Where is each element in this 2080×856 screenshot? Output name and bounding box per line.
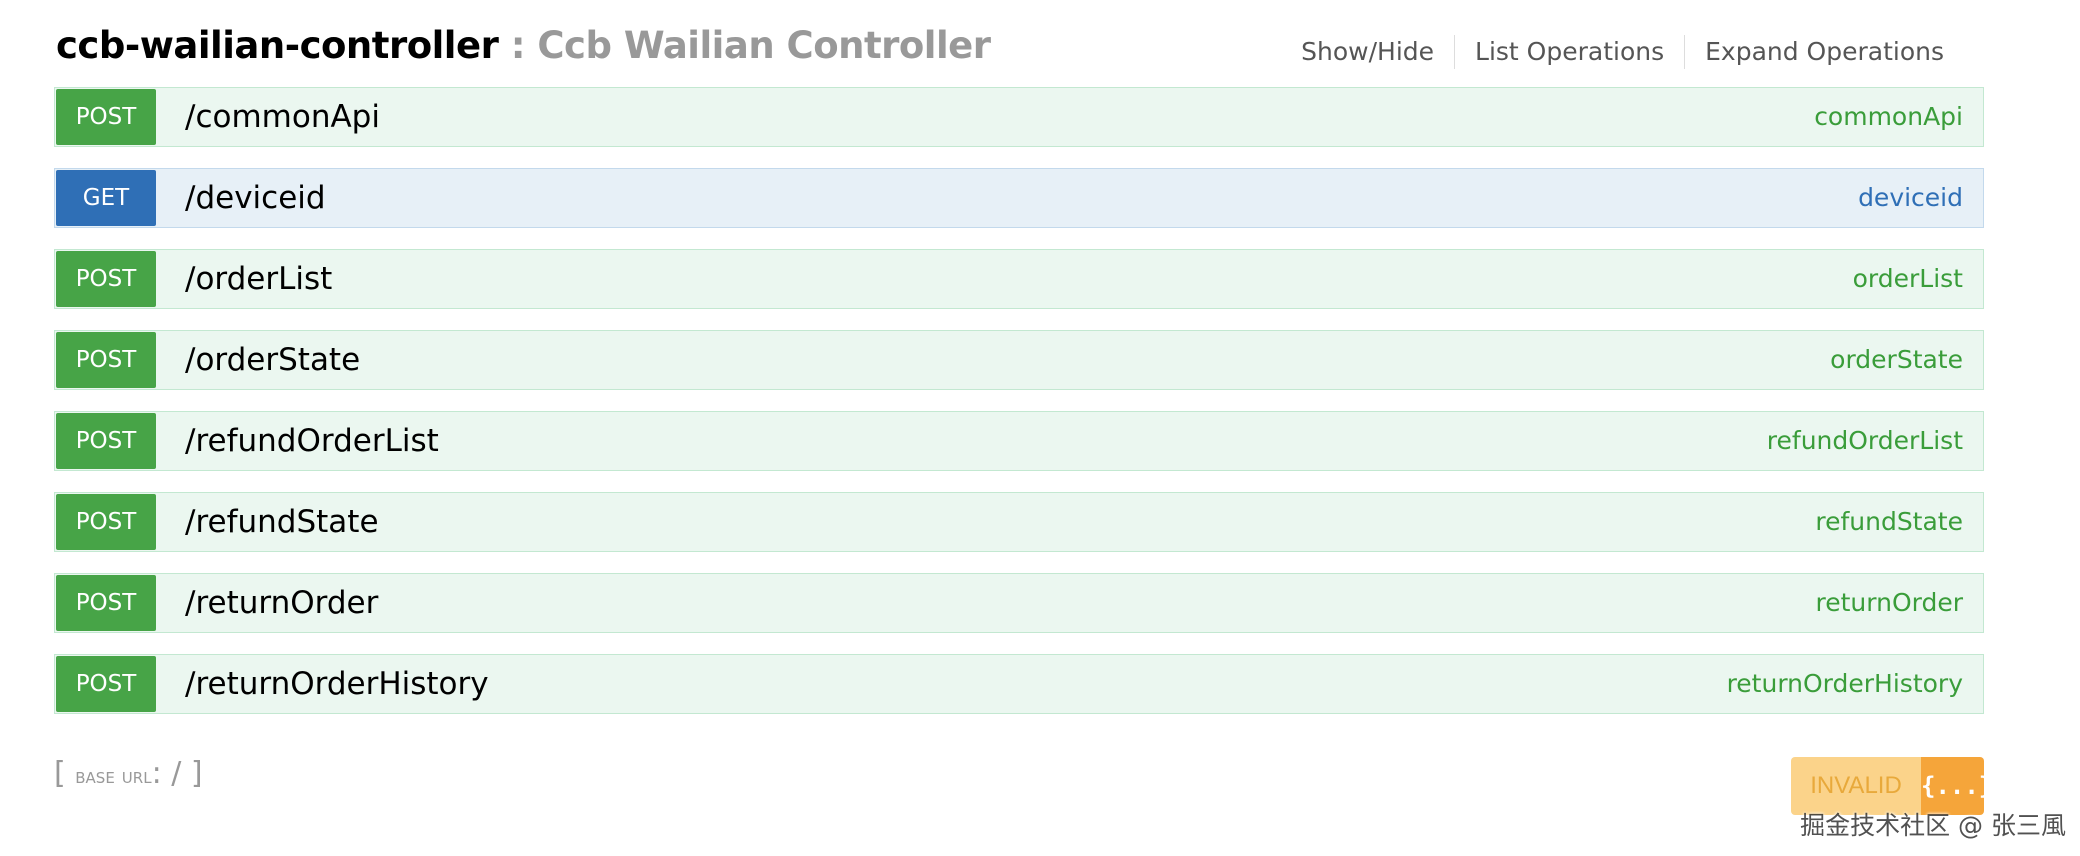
operation-row[interactable]: POST /returnOrderHistory returnOrderHist… bbox=[54, 654, 1984, 714]
show-hide-link[interactable]: Show/Hide bbox=[1281, 34, 1454, 70]
operation-row[interactable]: POST /refundOrderList refundOrderList bbox=[54, 411, 1984, 471]
operation-path[interactable]: /returnOrderHistory bbox=[185, 655, 489, 713]
operation-path[interactable]: /orderList bbox=[185, 250, 332, 308]
operation-row[interactable]: POST /refundState refundState bbox=[54, 492, 1984, 552]
http-method-badge[interactable]: POST bbox=[56, 251, 156, 307]
operations-list: POST /commonApi commonApi GET /deviceid … bbox=[54, 87, 1984, 735]
base-url-open-bracket: [ bbox=[54, 756, 76, 791]
http-method-badge[interactable]: POST bbox=[56, 656, 156, 712]
base-url-close-bracket: ] bbox=[190, 756, 203, 791]
operation-path[interactable]: /returnOrder bbox=[185, 574, 378, 632]
resource-description: Ccb Wailian Controller bbox=[537, 24, 991, 67]
http-method-badge[interactable]: POST bbox=[56, 413, 156, 469]
operation-nickname[interactable]: refundOrderList bbox=[1767, 412, 1963, 470]
operation-row[interactable]: POST /returnOrder returnOrder bbox=[54, 573, 1984, 633]
expand-operations-link[interactable]: Expand Operations bbox=[1685, 34, 1964, 70]
operation-path[interactable]: /orderState bbox=[185, 331, 360, 389]
resource-separator: : bbox=[498, 24, 538, 67]
watermark: 掘金技术社区 @ 张三風 bbox=[1800, 811, 2066, 840]
operation-nickname[interactable]: refundState bbox=[1815, 493, 1963, 551]
operation-row[interactable]: POST /orderState orderState bbox=[54, 330, 1984, 390]
operation-row[interactable]: POST /commonApi commonApi bbox=[54, 87, 1984, 147]
operation-nickname[interactable]: returnOrder bbox=[1816, 574, 1964, 632]
resource-options: Show/Hide List Operations Expand Operati… bbox=[1281, 34, 1964, 70]
operation-nickname[interactable]: orderList bbox=[1853, 250, 1963, 308]
operation-path[interactable]: /refundState bbox=[185, 493, 379, 551]
http-method-badge[interactable]: POST bbox=[56, 494, 156, 550]
operation-nickname[interactable]: returnOrderHistory bbox=[1727, 655, 1963, 713]
list-operations-link[interactable]: List Operations bbox=[1455, 34, 1684, 70]
operation-path[interactable]: /commonApi bbox=[185, 88, 380, 146]
operation-path[interactable]: /refundOrderList bbox=[185, 412, 439, 470]
base-url-label: base url bbox=[75, 764, 152, 789]
http-method-badge[interactable]: POST bbox=[56, 89, 156, 145]
resource-header: ccb-wailian-controller : Ccb Wailian Con… bbox=[56, 20, 1984, 72]
http-method-badge[interactable]: GET bbox=[56, 170, 156, 226]
operation-row[interactable]: GET /deviceid deviceid bbox=[54, 168, 1984, 228]
resource-name-link[interactable]: ccb-wailian-controller bbox=[56, 24, 499, 67]
http-method-badge[interactable]: POST bbox=[56, 575, 156, 631]
operation-row[interactable]: POST /orderList orderList bbox=[54, 249, 1984, 309]
base-url-value: : / bbox=[151, 756, 191, 791]
resource-title: ccb-wailian-controller : Ccb Wailian Con… bbox=[56, 24, 991, 68]
http-method-badge[interactable]: POST bbox=[56, 332, 156, 388]
operation-nickname[interactable]: deviceid bbox=[1858, 169, 1963, 227]
operation-path[interactable]: /deviceid bbox=[185, 169, 326, 227]
operation-nickname[interactable]: orderState bbox=[1830, 331, 1963, 389]
base-url-info: [ base url: / ] bbox=[54, 756, 203, 795]
operation-nickname[interactable]: commonApi bbox=[1814, 88, 1963, 146]
